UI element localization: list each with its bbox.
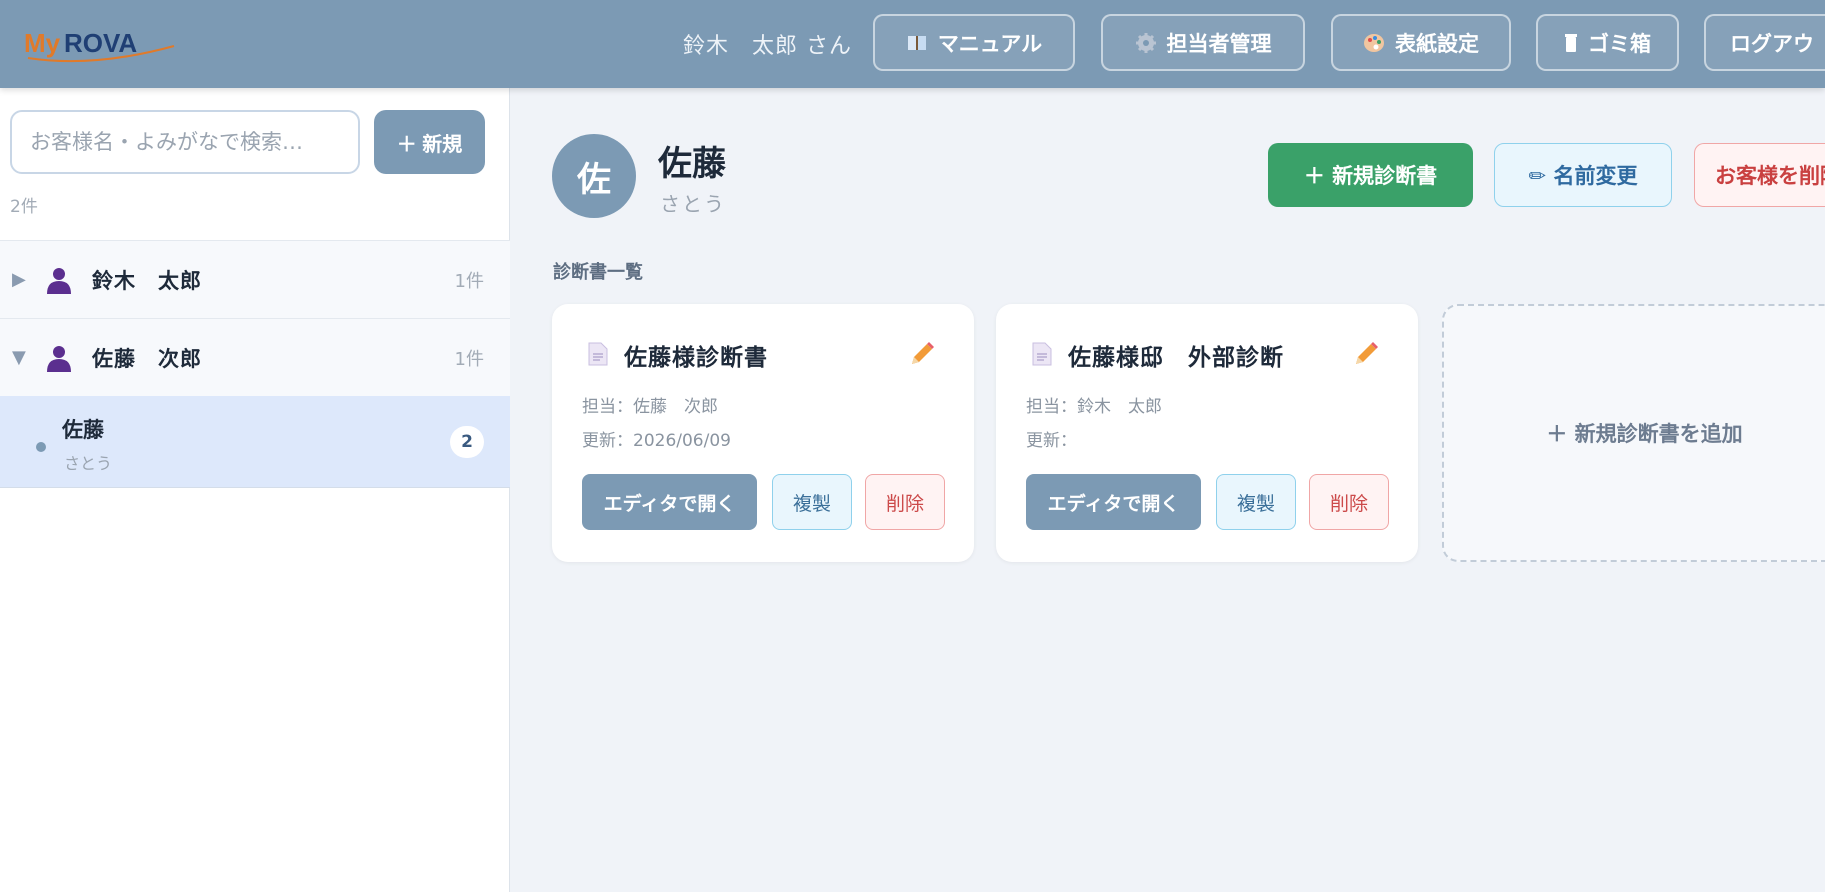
manual-label: マニュアル <box>937 31 1043 56</box>
customer-search-input[interactable] <box>10 110 360 174</box>
document-icon <box>1032 342 1052 366</box>
delete-report-button[interactable]: 削除 <box>1309 474 1389 530</box>
staff-management-button[interactable]: 担当者管理 <box>1101 14 1305 71</box>
person-icon <box>47 268 71 294</box>
group-row-suzuki[interactable]: ▶ 鈴木 太郎 1件 <box>0 240 510 318</box>
customer-kana: さとう <box>660 192 726 216</box>
report-assignee: 担当：鈴木 太郎 <box>1026 397 1162 417</box>
report-assignee: 担当：佐藤 次郎 <box>582 397 718 417</box>
new-customer-button[interactable]: ＋ 新規 <box>374 110 485 174</box>
palette-icon <box>1364 33 1384 52</box>
svg-text:My: My <box>24 28 61 58</box>
trash-icon <box>1565 33 1577 52</box>
cover-settings-label: 表紙設定 <box>1395 31 1479 56</box>
duplicate-button[interactable]: 複製 <box>1216 474 1296 530</box>
manual-button[interactable]: マニュアル <box>873 14 1075 71</box>
bullet-icon <box>36 442 46 452</box>
gear-icon <box>1135 32 1156 53</box>
report-card: 佐藤様診断書 担当：佐藤 次郎 更新：2026/06/09 エディタで開く 複製… <box>552 304 974 562</box>
svg-text:ROVA: ROVA <box>64 28 137 58</box>
open-in-editor-button[interactable]: エディタで開く <box>582 474 757 530</box>
customer-sidebar: ＋ 新規 2件 ▶ 鈴木 太郎 1件 ▼ 佐藤 次郎 1件 佐藤 さとう 2 <box>0 88 510 892</box>
report-updated: 更新： <box>1026 431 1077 451</box>
group-count: 1件 <box>454 270 484 292</box>
book-icon <box>907 35 926 50</box>
myrova-logo[interactable]: My ROVA <box>24 22 184 66</box>
logout-button[interactable]: ログアウ <box>1704 14 1825 71</box>
group-row-sato[interactable]: ▼ 佐藤 次郎 1件 <box>0 318 510 396</box>
document-icon <box>588 342 608 366</box>
top-header: My ROVA 鈴木 太郎 さん マニュアル 担当者管理 表紙設定 ゴミ箱 ログ… <box>0 0 1825 88</box>
group-count: 1件 <box>454 348 484 370</box>
rename-button[interactable]: ✏ 名前変更 <box>1494 143 1672 207</box>
duplicate-button[interactable]: 複製 <box>772 474 852 530</box>
expand-arrow-icon[interactable]: ▶ <box>12 269 26 290</box>
report-card: 佐藤様邸 外部診断 担当：鈴木 太郎 更新： エディタで開く 複製 削除 <box>996 304 1418 562</box>
report-title: 佐藤様診断書 <box>624 345 768 371</box>
edit-pencil-icon[interactable] <box>1352 340 1380 368</box>
group-name: 鈴木 太郎 <box>92 268 202 293</box>
staff-management-label: 担当者管理 <box>1166 31 1272 56</box>
customer-title: 佐藤 <box>658 144 726 184</box>
group-name: 佐藤 次郎 <box>92 346 202 371</box>
customer-item-selected[interactable]: 佐藤 さとう 2 <box>0 396 510 488</box>
report-list-heading: 診断書一覧 <box>553 262 643 283</box>
report-title: 佐藤様邸 外部診断 <box>1068 345 1284 371</box>
new-report-button[interactable]: ＋ 新規診断書 <box>1268 143 1473 207</box>
customer-count: 2件 <box>10 197 38 217</box>
trash-label: ゴミ箱 <box>1588 31 1651 56</box>
open-in-editor-button[interactable]: エディタで開く <box>1026 474 1201 530</box>
logout-label: ログアウ <box>1730 31 1814 56</box>
add-report-card[interactable]: ＋ 新規診断書を追加 <box>1442 304 1825 562</box>
collapse-arrow-icon[interactable]: ▼ <box>12 347 26 368</box>
person-icon <box>47 346 71 372</box>
customer-avatar: 佐 <box>552 134 636 218</box>
customer-item-kana: さとう <box>64 454 113 473</box>
report-count-badge: 2 <box>450 426 484 458</box>
cover-settings-button[interactable]: 表紙設定 <box>1331 14 1511 71</box>
delete-report-button[interactable]: 削除 <box>865 474 945 530</box>
edit-pencil-icon[interactable] <box>908 340 936 368</box>
report-updated: 更新：2026/06/09 <box>582 431 731 451</box>
customer-item-name: 佐藤 <box>62 418 104 442</box>
user-greeting: 鈴木 太郎 さん <box>683 34 852 59</box>
delete-customer-button[interactable]: お客様を削除 <box>1694 143 1825 207</box>
trash-button[interactable]: ゴミ箱 <box>1536 14 1679 71</box>
